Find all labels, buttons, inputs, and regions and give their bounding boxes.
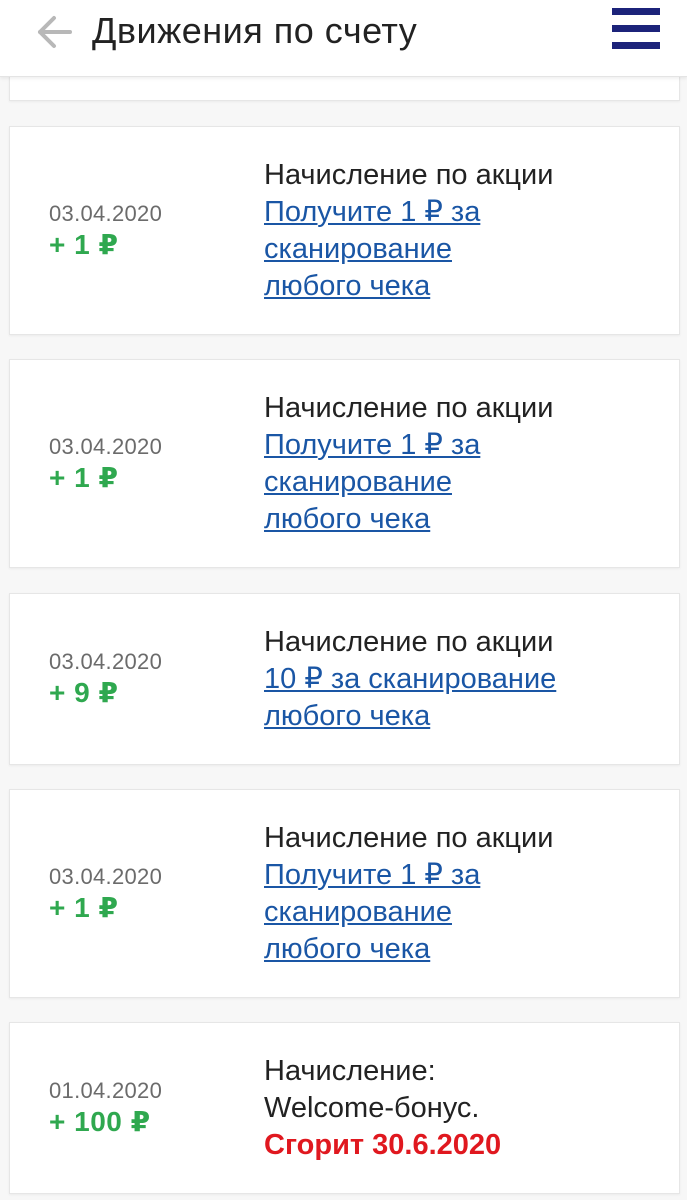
transaction-date: 03.04.2020	[49, 863, 163, 889]
transaction-date: 03.04.2020	[49, 433, 163, 459]
hamburger-icon-bar	[612, 8, 660, 15]
transaction-card: 03.04.2020 + 9 ₽ Начисление по акции 10 …	[9, 593, 680, 765]
promo-link-line[interactable]: 10 ₽ за сканирование	[264, 661, 664, 698]
promo-link[interactable]: 10 ₽ за сканирование любого чека	[264, 661, 664, 735]
promo-link-line[interactable]: любого чека	[264, 698, 664, 735]
promo-link-line[interactable]: сканирование	[264, 464, 664, 501]
transaction-card: 03.04.2020 + 1 ₽ Начисление по акции Пол…	[9, 789, 680, 998]
transaction-description: Начисление по акции	[264, 158, 554, 191]
hamburger-icon-bar	[612, 25, 660, 32]
promo-link[interactable]: Получите 1 ₽ за сканирование любого чека	[264, 857, 664, 968]
transaction-details: Начисление: Welcome-бонус. Сгорит 30.6.2…	[264, 1023, 664, 1193]
promo-link-line[interactable]: Получите 1 ₽ за	[264, 194, 664, 231]
transaction-meta: 01.04.2020 + 100 ₽	[49, 1023, 249, 1193]
transaction-description: Начисление по акции	[264, 625, 554, 658]
transaction-date: 01.04.2020	[49, 1078, 163, 1103]
transaction-details: Начисление по акции 10 ₽ за сканирование…	[264, 594, 664, 764]
transaction-description: Начисление по акции	[264, 391, 554, 424]
promo-link-line[interactable]: Получите 1 ₽ за	[264, 857, 664, 894]
promo-link-line[interactable]: Получите 1 ₽ за	[264, 427, 664, 464]
expiry-notice: Сгорит 30.6.2020	[264, 1128, 502, 1161]
transaction-details: Начисление по акции Получите 1 ₽ за скан…	[264, 790, 664, 997]
transaction-details: Начисление по акции Получите 1 ₽ за скан…	[264, 360, 664, 567]
promo-link[interactable]: Получите 1 ₽ за сканирование любого чека	[264, 427, 664, 538]
transaction-meta: 03.04.2020 + 1 ₽	[49, 360, 249, 567]
transaction-card: 03.04.2020 + 1 ₽ Начисление по акции Пол…	[9, 126, 680, 335]
transaction-date: 03.04.2020	[49, 200, 163, 226]
transaction-date: 03.04.2020	[49, 649, 163, 674]
transaction-meta: 03.04.2020 + 1 ₽	[49, 790, 249, 997]
menu-button[interactable]	[612, 8, 660, 50]
transaction-card: 01.04.2020 + 100 ₽ Начисление: Welcome-б…	[9, 1022, 680, 1194]
promo-link[interactable]: Получите 1 ₽ за сканирование любого чека	[264, 194, 664, 305]
transactions-list: 03.04.2020 + 1 ₽ Начисление по акции Пол…	[0, 0, 687, 1200]
transaction-meta: 03.04.2020 + 9 ₽	[49, 594, 249, 764]
transaction-amount: + 9 ₽	[49, 677, 119, 708]
transaction-description-line: Начисление:	[264, 1054, 436, 1087]
page-title: Движения по счету	[92, 10, 418, 51]
back-button[interactable]	[34, 12, 78, 52]
promo-link-line[interactable]: любого чека	[264, 268, 664, 305]
transaction-amount: + 1 ₽	[49, 461, 119, 493]
hamburger-icon-bar	[612, 42, 660, 49]
transaction-amount: + 1 ₽	[49, 228, 119, 260]
transaction-amount: + 1 ₽	[49, 891, 119, 923]
transaction-meta: 03.04.2020 + 1 ₽	[49, 127, 249, 334]
promo-link-line[interactable]: любого чека	[264, 501, 664, 538]
transaction-amount: + 100 ₽	[49, 1106, 151, 1137]
transaction-card: 03.04.2020 + 1 ₽ Начисление по акции Пол…	[9, 359, 680, 568]
arrow-left-icon	[38, 16, 72, 48]
transaction-details: Начисление по акции Получите 1 ₽ за скан…	[264, 127, 664, 334]
transaction-description: Начисление по акции	[264, 821, 554, 854]
promo-link-line[interactable]: сканирование	[264, 894, 664, 931]
app-header: Движения по счету	[0, 0, 687, 77]
transaction-description-line: Welcome-бонус.	[264, 1091, 480, 1124]
promo-link-line[interactable]: сканирование	[264, 231, 664, 268]
promo-link-line[interactable]: любого чека	[264, 931, 664, 968]
